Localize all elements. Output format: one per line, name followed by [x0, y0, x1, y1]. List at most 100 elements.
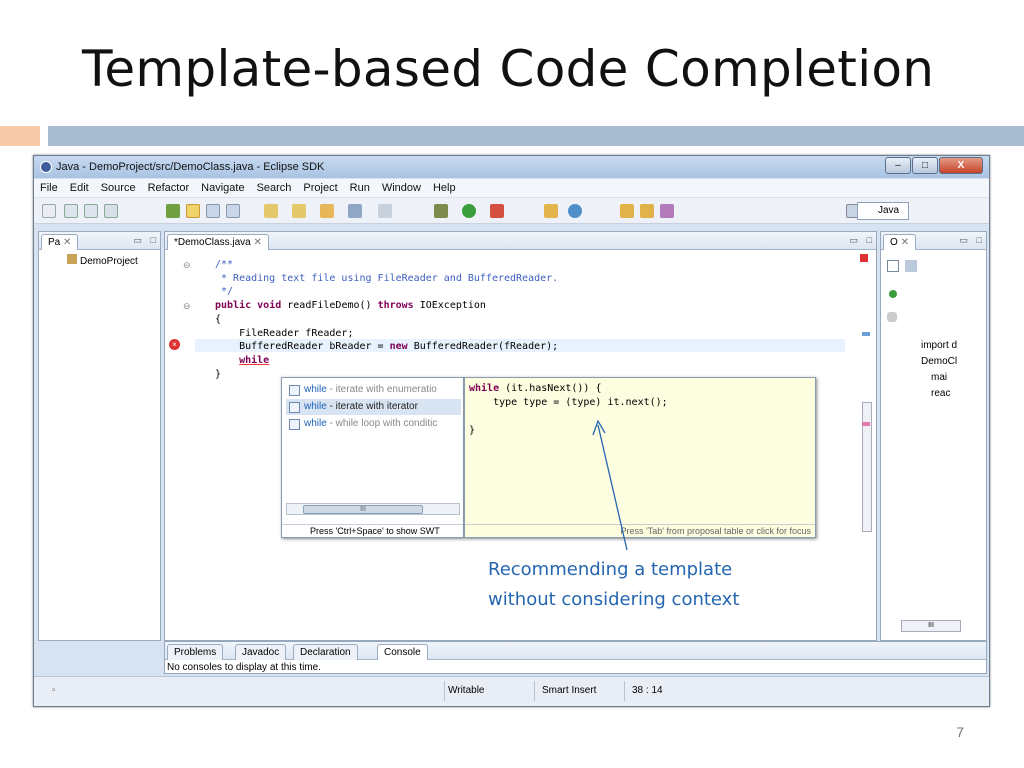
annotation-line2: without considering context	[488, 589, 740, 610]
new-icon[interactable]	[42, 204, 56, 218]
preview-line	[469, 410, 668, 424]
close-outline-tab-icon[interactable]: ✕	[901, 237, 909, 248]
java-perspective-button[interactable]: Java	[857, 202, 909, 220]
menu-item-refactor[interactable]: Refactor	[148, 182, 190, 194]
outline-tab[interactable]: O	[890, 237, 898, 248]
window-title: Java - DemoProject/src/DemoClass.java - …	[56, 161, 325, 173]
package-explorer-tab[interactable]: Pa	[48, 237, 60, 248]
run-icon[interactable]	[462, 204, 476, 218]
code-line[interactable]: /**	[215, 258, 558, 272]
code-keyword: public	[215, 300, 252, 312]
open-folder-icon[interactable]	[620, 204, 634, 218]
fold-icon[interactable]: ⊖	[183, 301, 191, 312]
code-line[interactable]: FileReader fReader;	[215, 327, 558, 341]
code-keyword: new	[389, 341, 408, 353]
search-icon[interactable]	[660, 204, 674, 218]
menu-item-navigate[interactable]: Navigate	[201, 182, 244, 194]
field-icon[interactable]	[889, 290, 897, 298]
menu-item-run[interactable]: Run	[350, 182, 370, 194]
external-tools-icon[interactable]	[490, 204, 504, 218]
overview-mark[interactable]	[862, 422, 870, 426]
annotation-callout: Recommending a template without consider…	[488, 555, 739, 615]
menu-item-window[interactable]: Window	[382, 182, 421, 194]
preview-line: while (it.hasNext()) {	[469, 382, 668, 396]
menu-item-file[interactable]: File	[40, 182, 58, 194]
code-line[interactable]: {	[215, 313, 558, 327]
save-icon[interactable]	[64, 204, 78, 218]
completion-proposal[interactable]: while - iterate with iterator	[286, 399, 461, 415]
template-icon	[289, 402, 300, 413]
forward-icon[interactable]	[378, 204, 392, 218]
maximize-outline-icon[interactable]: □	[977, 235, 982, 245]
next-annotation-icon[interactable]	[264, 204, 278, 218]
popup-horizontal-scrollbar[interactable]: III	[286, 503, 460, 515]
outline-scrollbar[interactable]: III	[901, 620, 961, 632]
overview-mark[interactable]	[862, 332, 870, 336]
template-icon	[289, 419, 300, 430]
bottom-tab-declaration[interactable]: Declaration	[293, 644, 358, 660]
toggle-block-icon[interactable]	[206, 204, 220, 218]
code-keyword: void	[257, 300, 282, 312]
maximize-view-icon[interactable]: □	[151, 235, 156, 245]
code-area[interactable]: /** * Reading text file using FileReader…	[215, 258, 558, 381]
collapse-all-icon[interactable]	[887, 260, 899, 272]
minimize-editor-icon[interactable]: ▭	[849, 235, 858, 246]
save-all-icon[interactable]	[84, 204, 98, 218]
minimize-button[interactable]: –	[885, 157, 911, 174]
close-editor-tab-icon[interactable]: ✕	[253, 237, 261, 248]
bottom-tab-javadoc[interactable]: Javadoc	[235, 644, 287, 660]
status-separator	[534, 681, 535, 701]
completion-proposal[interactable]: while - while loop with conditic	[286, 416, 461, 432]
completion-proposal[interactable]: while - iterate with enumeratio	[286, 382, 461, 398]
new-package-icon[interactable]	[544, 204, 558, 218]
fold-icon[interactable]: ⊖	[183, 260, 191, 271]
error-marker-icon[interactable]: ×	[169, 339, 180, 350]
close-tab-icon[interactable]: ✕	[63, 237, 71, 248]
code-line[interactable]: * Reading text file using FileReader and…	[215, 272, 558, 286]
back-icon[interactable]	[348, 204, 362, 218]
outline-item[interactable]: import d	[921, 340, 957, 351]
menu-item-project[interactable]: Project	[303, 182, 337, 194]
new-class-icon[interactable]	[568, 204, 582, 218]
outline-item[interactable]: DemoCl	[921, 356, 957, 367]
prev-annotation-icon[interactable]	[292, 204, 306, 218]
menu-item-help[interactable]: Help	[433, 182, 456, 194]
outline-item[interactable]: mai	[931, 372, 947, 383]
menu-item-search[interactable]: Search	[257, 182, 292, 194]
last-edit-icon[interactable]	[320, 204, 334, 218]
minimize-outline-icon[interactable]: ▭	[959, 235, 968, 246]
close-button[interactable]: X	[939, 157, 983, 174]
scroll-thumb[interactable]: III	[303, 505, 423, 514]
show-whitespace-icon[interactable]	[226, 204, 240, 218]
outline-item[interactable]: reac	[931, 388, 950, 399]
code-keyword: throws	[377, 300, 414, 312]
while-keyword[interactable]: while	[239, 355, 269, 366]
open-type-icon[interactable]	[166, 204, 180, 218]
maximize-editor-icon[interactable]: □	[867, 235, 872, 245]
sort-icon[interactable]	[905, 260, 917, 272]
status-separator	[444, 681, 445, 701]
debug-icon[interactable]	[434, 204, 448, 218]
error-overview-icon[interactable]	[860, 254, 868, 262]
print-icon[interactable]	[104, 204, 118, 218]
bottom-tab-console[interactable]: Console	[377, 644, 428, 660]
open-file-icon[interactable]	[640, 204, 654, 218]
menu-item-edit[interactable]: Edit	[70, 182, 89, 194]
preview-keyword: while	[469, 383, 500, 394]
editor-tab[interactable]: *DemoClass.java	[174, 237, 251, 248]
status-writable: Writable	[448, 685, 485, 696]
menu-bar: File Edit Source Refactor Navigate Search Proj…	[34, 179, 989, 197]
status-icon[interactable]: ▫	[52, 685, 56, 696]
code-token: BufferedReader bReader =	[215, 341, 390, 353]
preview-footer: Press 'Tab' from proposal table or click…	[465, 524, 815, 537]
code-line[interactable]: public void readFileDemo() throws IOExce…	[215, 299, 558, 313]
toggle-mark-icon[interactable]	[186, 204, 200, 218]
project-item[interactable]: DemoProject	[80, 256, 138, 267]
minimize-view-icon[interactable]: ▭	[133, 235, 142, 246]
bottom-tab-problems[interactable]: Problems	[167, 644, 224, 660]
menu-item-source[interactable]: Source	[101, 182, 136, 194]
code-line[interactable]: */	[215, 285, 558, 299]
code-line[interactable]: while	[215, 354, 558, 368]
maximize-button[interactable]: □	[912, 157, 938, 174]
code-line[interactable]: BufferedReader bReader = new BufferedRea…	[215, 340, 558, 354]
